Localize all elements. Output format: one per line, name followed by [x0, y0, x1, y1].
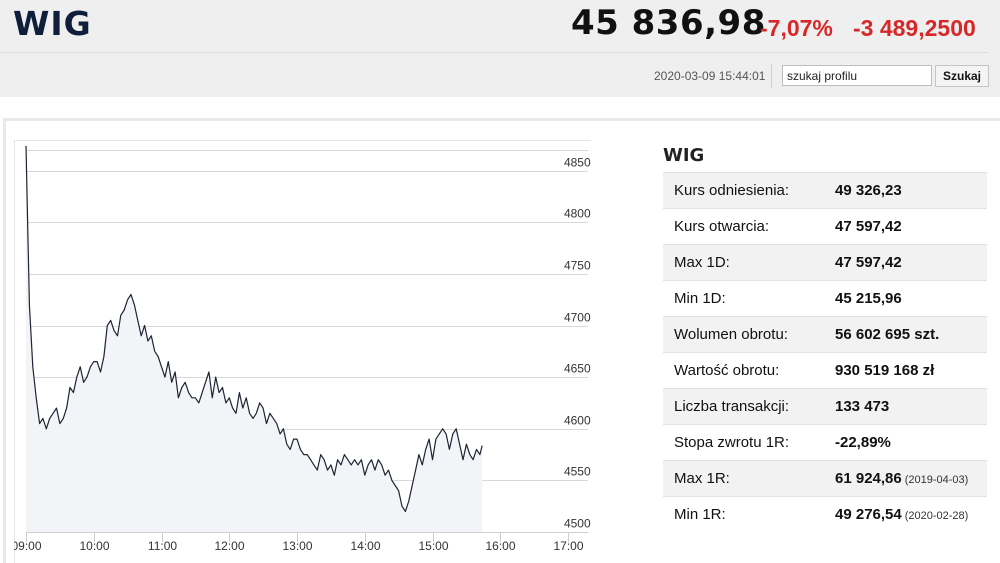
stats-value-cell: -22,89%: [835, 424, 987, 461]
quote-timestamp: 2020-03-09 15:44:01: [654, 69, 766, 83]
stats-value-cell: 133 473: [835, 388, 987, 425]
quote-header: WIG 45 836,98 -7,07% -3 489,2500 2020-03…: [0, 0, 1000, 97]
stats-row: Min 1R: 49 276,54 (2020-02-28): [663, 496, 987, 532]
panel-left-border: [3, 118, 6, 563]
x-tick-label: 15:00: [418, 539, 448, 553]
stats-value-cell: 47 597,42: [835, 208, 987, 245]
index-value: 45 836,98: [571, 3, 766, 43]
index-name: WIG: [13, 4, 92, 43]
stats-value-cell: 47 597,42: [835, 244, 987, 281]
intraday-chart: 45000,00 45500,00 46000,00 46500,00 47000,00…: [14, 140, 591, 563]
stats-title: WIG: [663, 145, 705, 166]
stats-label: Min 1R:: [663, 496, 835, 532]
stats-row: Max 1R: 61 924,86 (2019-04-03): [663, 460, 987, 497]
stats-value-cell: 930 519 168 zł: [835, 352, 987, 389]
x-tick-label: 10:00: [79, 539, 109, 553]
stats-table: Kurs odniesienia: 49 326,23 Kurs otwarcia:…: [663, 172, 987, 532]
x-tick-label: 11:00: [148, 539, 177, 553]
y-tick-label: 45500,00: [564, 465, 591, 479]
y-tick-label: 48000,00: [564, 207, 591, 221]
search-button[interactable]: Szukaj: [935, 65, 989, 87]
stats-row: Wolumen obrotu: 56 602 695 szt.: [663, 316, 987, 353]
stats-row: Liczba transakcji: 133 473: [663, 388, 987, 425]
stats-label: Max 1D:: [663, 244, 835, 281]
x-tick-label: 12:00: [214, 539, 244, 553]
stats-value: 61 924,86: [835, 470, 902, 487]
stats-row: Wartość obrotu: 930 519 168 zł: [663, 352, 987, 389]
stats-label: Wolumen obrotu:: [663, 316, 835, 353]
stats-value: 49 326,23: [835, 182, 902, 199]
stats-date: (2019-04-03): [904, 474, 969, 486]
x-tick-label: 14:00: [350, 539, 380, 553]
stats-value: 47 597,42: [835, 254, 902, 271]
stats-label: Max 1R:: [663, 460, 835, 497]
stats-row: Kurs otwarcia: 47 597,42: [663, 208, 987, 245]
y-tick-label: 48500,00: [564, 156, 591, 170]
x-tick-label: 13:00: [282, 539, 312, 553]
stats-value: 45 215,96: [835, 290, 902, 307]
stats-value: 49 276,54: [835, 506, 902, 523]
stats-date: (2020-02-28): [904, 510, 969, 522]
stats-label: Kurs otwarcia:: [663, 208, 835, 245]
y-tick-label: 47000,00: [564, 311, 591, 325]
x-tick-label: 17:00: [553, 539, 583, 553]
stats-label: Liczba transakcji:: [663, 388, 835, 425]
header-divider: [0, 52, 988, 53]
stats-value: -22,89%: [835, 434, 891, 451]
stats-row: Max 1D: 47 597,42: [663, 244, 987, 281]
stats-label: Min 1D:: [663, 280, 835, 317]
change-percent: -7,07%: [760, 15, 833, 41]
panel-top-border: [3, 118, 1000, 121]
stats-value-cell: 49 326,23: [835, 172, 987, 209]
stats-row: Min 1D: 45 215,96: [663, 280, 987, 317]
y-tick-label: 45000,00: [564, 517, 591, 531]
y-tick-label: 47500,00: [564, 259, 591, 273]
stats-label: Wartość obrotu:: [663, 352, 835, 389]
y-tick-label: 46500,00: [564, 362, 591, 376]
stats-value: 133 473: [835, 398, 890, 415]
stats-value: 47 597,42: [835, 218, 902, 235]
profile-search-input[interactable]: [782, 65, 932, 86]
stats-value-cell: 45 215,96: [835, 280, 987, 317]
stats-label: Stopa zwrotu 1R:: [663, 424, 835, 461]
stats-label: Kurs odniesienia:: [663, 172, 835, 209]
change-absolute: -3 489,2500: [853, 15, 976, 41]
intraday-chart-svg: 45000,00 45500,00 46000,00 46500,00 47000,00…: [14, 140, 591, 563]
y-tick-label: 46000,00: [564, 414, 591, 428]
stats-value: 930 519 168 zł: [835, 362, 935, 379]
search-divider: [771, 64, 772, 88]
stats-value-cell: 61 924,86 (2019-04-03): [835, 460, 987, 497]
x-tick-label: 16:00: [485, 539, 515, 553]
stats-value-cell: 49 276,54 (2020-02-28): [835, 496, 987, 532]
stats-row: Kurs odniesienia: 49 326,23: [663, 172, 987, 209]
stats-value-cell: 56 602 695 szt.: [835, 316, 987, 353]
stats-row: Stopa zwrotu 1R: -22,89%: [663, 424, 987, 461]
x-tick-label: 09:00: [14, 539, 42, 553]
stats-value: 56 602 695 szt.: [835, 326, 940, 343]
